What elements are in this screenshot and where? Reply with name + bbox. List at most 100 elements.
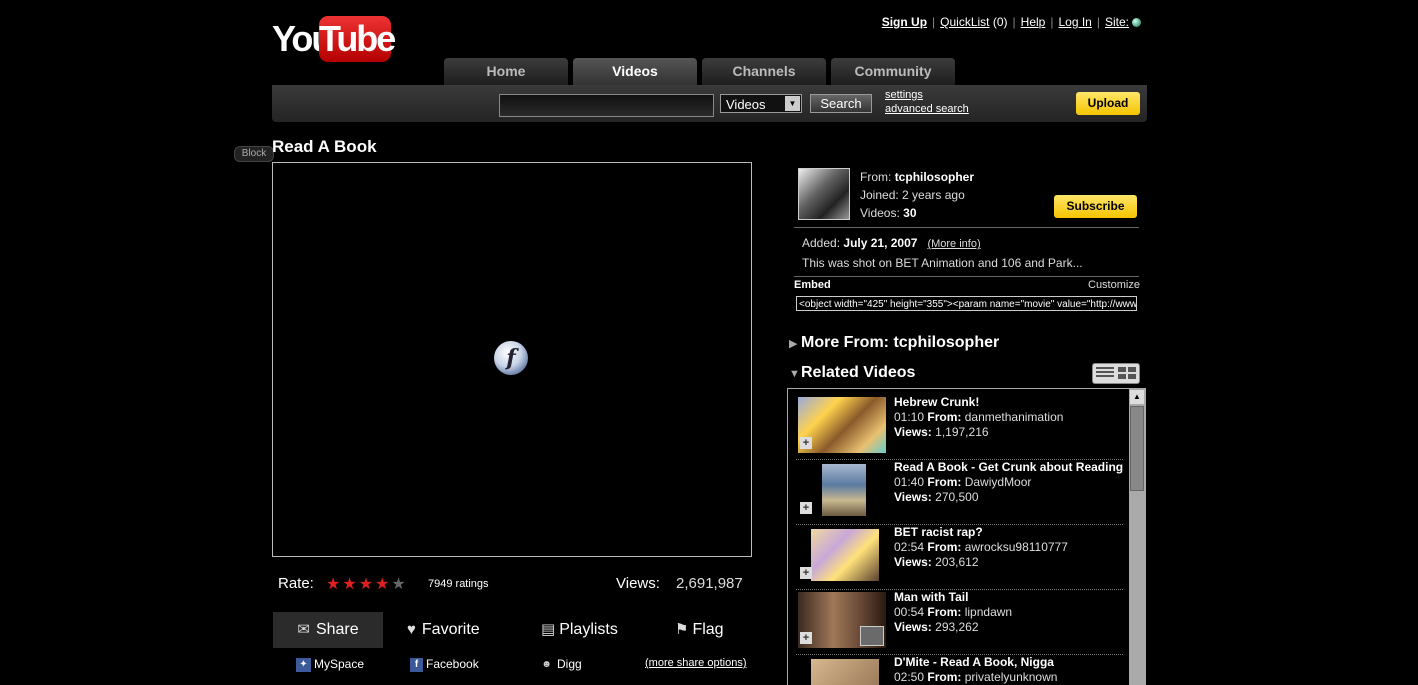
add-to-quicklist-icon[interactable]: +: [800, 502, 812, 514]
facebook-share[interactable]: f Facebook: [410, 657, 479, 672]
video-thumbnail[interactable]: [798, 657, 886, 685]
channel-avatar[interactable]: [798, 168, 850, 220]
book-cover: [822, 464, 866, 516]
digg-share[interactable]: ☻ Digg: [539, 657, 582, 672]
tab-community[interactable]: Community: [831, 58, 955, 85]
signup-link[interactable]: Sign Up: [882, 15, 927, 29]
views-label: Views:: [616, 575, 660, 592]
tab-home[interactable]: Home: [444, 58, 568, 85]
star-icon[interactable]: ★: [326, 576, 342, 593]
subscribe-button[interactable]: Subscribe: [1054, 195, 1137, 218]
flag-button[interactable]: ⚑ Flag: [675, 612, 724, 648]
block-tag[interactable]: Block: [234, 146, 274, 162]
duration: 01:40: [894, 475, 925, 489]
added-label: Added:: [802, 236, 841, 250]
uploader-link[interactable]: awrocksu98110777: [965, 540, 1068, 554]
embed-code-field[interactable]: <object width="425" height="355"><param …: [796, 296, 1137, 311]
video-thumbnail[interactable]: +: [798, 592, 886, 648]
uploader-link[interactable]: privatelyunknown: [965, 670, 1058, 684]
search-type-value: Videos: [726, 97, 766, 112]
star-icon[interactable]: ★: [342, 576, 358, 593]
related-title[interactable]: Hebrew Crunk!: [894, 395, 1063, 410]
playlists-button[interactable]: ▤ Playlists: [541, 612, 618, 648]
favorite-label: Favorite: [421, 621, 480, 638]
star-icon[interactable]: ★: [359, 576, 375, 593]
myspace-label: MySpace: [314, 657, 365, 671]
globe-icon[interactable]: [1132, 18, 1141, 28]
upload-button[interactable]: Upload: [1076, 92, 1140, 115]
from-label: From:: [927, 670, 962, 684]
search-type-select[interactable]: Videos ▼: [720, 94, 802, 113]
rating-stars[interactable]: ★★★★★: [326, 574, 408, 594]
channel-name-link[interactable]: tcphilosopher: [895, 170, 974, 184]
playlists-label: Playlists: [559, 621, 618, 638]
tab-channels[interactable]: Channels: [702, 58, 826, 85]
triangle-down-icon: ▼: [789, 368, 800, 380]
cartoon-frame: [811, 529, 879, 581]
list-item[interactable]: D'Mite - Read A Book, Nigga 02:50 From: …: [796, 655, 1123, 685]
youtube-logo[interactable]: You Tube: [272, 15, 396, 63]
more-share-options-link[interactable]: (more share options): [645, 657, 747, 669]
share-label: Share: [315, 621, 359, 638]
settings-link[interactable]: settings: [885, 88, 969, 102]
search-button[interactable]: Search: [810, 94, 872, 113]
views-label: Views:: [894, 425, 932, 439]
related-title[interactable]: Read A Book - Get Crunk about Reading: [894, 460, 1123, 475]
add-to-quicklist-icon[interactable]: +: [800, 437, 812, 449]
related-title[interactable]: Man with Tail: [894, 590, 1012, 605]
quicklist-link[interactable]: QuickList: [940, 15, 989, 29]
customize-link[interactable]: Customize: [1088, 279, 1140, 291]
more-from-title: More From: tcphilosopher: [801, 334, 1000, 351]
digg-icon: ☻: [541, 658, 552, 670]
divider: [794, 227, 1139, 228]
video-thumbnail[interactable]: +: [798, 462, 886, 518]
related-scrollbar[interactable]: ▲: [1129, 389, 1145, 685]
video-thumbnail[interactable]: +: [798, 397, 886, 453]
uploader-link[interactable]: lipndawn: [965, 605, 1012, 619]
views-label: Views:: [894, 555, 932, 569]
grid-view-icon[interactable]: [1118, 367, 1136, 379]
list-item[interactable]: + BET racist rap? 02:54 From: awrocksu98…: [796, 525, 1123, 590]
from-label: From:: [927, 540, 962, 554]
flag-label: Flag: [692, 621, 724, 638]
related-title[interactable]: BET racist rap?: [894, 525, 1068, 540]
uploader-link[interactable]: DawiydMoor: [965, 475, 1032, 489]
myspace-share[interactable]: ✦ MySpace: [296, 657, 364, 672]
list-item[interactable]: + Man with Tail 00:54 From: lipndawn Vie…: [796, 590, 1123, 655]
duration: 02:50: [894, 670, 925, 684]
related-videos-title: Related Videos: [801, 364, 916, 381]
views-count: 1,197,216: [935, 425, 989, 439]
star-icon[interactable]: ★: [375, 576, 391, 593]
list-item[interactable]: + Hebrew Crunk! 01:10 From: danmethanima…: [796, 395, 1123, 460]
playlist-icon: ▤: [541, 621, 556, 638]
added-date: July 21, 2007: [843, 236, 918, 250]
views-count: 270,500: [935, 490, 979, 504]
help-link[interactable]: Help: [1021, 15, 1046, 29]
more-from-header[interactable]: ▶ More From: tcphilosopher: [789, 334, 999, 352]
favorite-button[interactable]: ♥ Favorite: [407, 612, 480, 648]
more-info-link[interactable]: (More info): [927, 238, 980, 250]
uploader-link[interactable]: danmethanimation: [965, 410, 1064, 424]
login-link[interactable]: Log In: [1058, 15, 1091, 29]
star-icon[interactable]: ★: [391, 576, 407, 593]
video-description: This was shot on BET Animation and 106 a…: [802, 256, 1083, 270]
add-to-quicklist-icon[interactable]: +: [800, 632, 812, 644]
scroll-up-arrow-icon[interactable]: ▲: [1130, 390, 1144, 404]
search-input[interactable]: [499, 94, 714, 117]
chevron-down-icon[interactable]: ▼: [785, 96, 800, 111]
related-videos-header[interactable]: ▼Related Videos: [789, 364, 915, 382]
tab-videos[interactable]: Videos: [573, 58, 697, 85]
facebook-icon: f: [410, 657, 423, 672]
list-view-icon[interactable]: [1096, 367, 1114, 379]
flash-icon[interactable]: f: [494, 341, 528, 375]
site-link[interactable]: Site:: [1105, 15, 1129, 29]
add-to-quicklist-icon[interactable]: +: [800, 567, 812, 579]
advanced-search-link[interactable]: advanced search: [885, 102, 969, 116]
share-button[interactable]: ✉ Share: [273, 612, 383, 648]
scroll-thumb[interactable]: [1130, 406, 1144, 491]
list-item[interactable]: + Read A Book - Get Crunk about Reading …: [796, 460, 1123, 525]
related-title[interactable]: D'Mite - Read A Book, Nigga: [894, 655, 1057, 670]
joined-value: 2 years ago: [902, 188, 965, 202]
video-thumbnail[interactable]: +: [798, 527, 886, 583]
digg-label: Digg: [557, 657, 582, 671]
